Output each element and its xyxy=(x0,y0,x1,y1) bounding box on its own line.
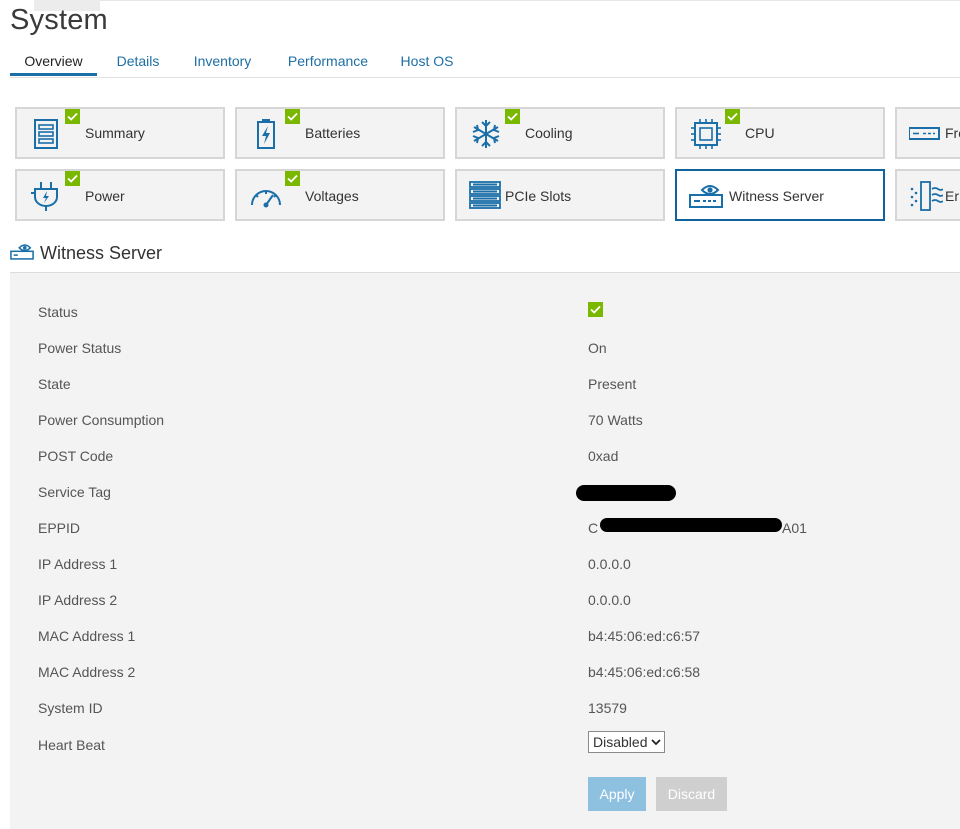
tile-label: Cooling xyxy=(525,125,573,141)
check-icon xyxy=(588,302,603,317)
tab-details[interactable]: Details xyxy=(108,50,168,76)
field-label: Power Status xyxy=(38,340,122,356)
field-value: b4:45:06:ed:c6:57 xyxy=(588,628,701,644)
tile-label: CPU xyxy=(745,125,775,141)
tile-front-panel[interactable]: Fro xyxy=(895,107,960,159)
field-label: MAC Address 2 xyxy=(38,664,136,680)
tab-performance[interactable]: Performance xyxy=(278,50,378,76)
field-label: EPPID xyxy=(38,520,81,536)
row-eppid: EPPID C A01 xyxy=(10,518,960,540)
environment-icon xyxy=(909,179,943,213)
field-value: On xyxy=(588,340,607,356)
section-header: Witness Server xyxy=(10,240,960,273)
tile-label: Fro xyxy=(945,125,960,141)
status-ok-icon xyxy=(65,171,80,186)
tile-environment[interactable]: Er xyxy=(895,169,960,221)
tile-label: Voltages xyxy=(305,188,359,204)
row-ip-address-2: IP Address 2 0.0.0.0 xyxy=(10,592,960,612)
field-label: POST Code xyxy=(38,448,114,464)
tile-summary[interactable]: Summary xyxy=(15,107,225,159)
field-value: 0.0.0.0 xyxy=(588,592,631,608)
field-value: 13579 xyxy=(588,700,627,716)
row-post-code: POST Code 0xad xyxy=(10,448,960,468)
tile-label: Summary xyxy=(85,125,145,141)
gauge-icon xyxy=(249,179,283,213)
tile-label: Batteries xyxy=(305,125,361,141)
row-status: Status xyxy=(10,302,960,324)
row-heart-beat: Heart Beat Disabled xyxy=(10,731,960,757)
status-ok-icon xyxy=(65,109,80,124)
field-value: 70 Watts xyxy=(588,412,643,428)
chevron-down-icon xyxy=(651,739,661,746)
section-title: Witness Server xyxy=(40,243,163,263)
field-label: Power Consumption xyxy=(38,412,165,428)
row-power-status: Power Status On xyxy=(10,340,960,360)
tile-label: Power xyxy=(85,188,125,204)
field-label: System ID xyxy=(38,700,103,716)
witness-server-icon xyxy=(10,243,34,261)
battery-icon xyxy=(249,117,283,151)
field-label: State xyxy=(38,376,71,392)
cpu-icon xyxy=(689,117,723,151)
row-service-tag: Service Tag xyxy=(10,484,960,504)
field-label: Heart Beat xyxy=(38,737,105,753)
field-value: 0xad xyxy=(588,448,619,464)
tab-overview[interactable]: Overview xyxy=(10,50,97,76)
status-ok-icon xyxy=(505,109,520,124)
tile-batteries[interactable]: Batteries xyxy=(235,107,445,159)
field-label: Service Tag xyxy=(38,484,111,500)
tile-power[interactable]: Power xyxy=(15,169,225,221)
tile-label: PCIe Slots xyxy=(505,188,572,204)
tile-cooling[interactable]: Cooling xyxy=(455,107,665,159)
heart-beat-select[interactable]: Disabled xyxy=(588,731,665,753)
field-value-prefix: C xyxy=(588,520,599,536)
header-divider xyxy=(100,0,960,1)
witness-server-icon xyxy=(689,179,723,213)
tab-inventory[interactable]: Inventory xyxy=(185,50,260,76)
select-value: Disabled xyxy=(593,734,648,750)
tile-voltages[interactable]: Voltages xyxy=(235,169,445,221)
front-panel-icon xyxy=(909,117,943,151)
row-power-consumption: Power Consumption 70 Watts xyxy=(10,412,960,432)
summary-icon xyxy=(29,117,63,151)
pcie-slots-icon xyxy=(469,179,503,213)
tile-witness-server[interactable]: Witness Server xyxy=(675,169,885,221)
snowflake-icon xyxy=(469,117,503,151)
row-ip-address-1: IP Address 1 0.0.0.0 xyxy=(10,556,960,576)
field-value: b4:45:06:ed:c6:58 xyxy=(588,664,701,680)
apply-button[interactable]: Apply xyxy=(588,777,646,811)
tile-label: Er xyxy=(945,188,959,204)
field-value: Present xyxy=(588,376,637,392)
row-mac-address-2: MAC Address 2 b4:45:06:ed:c6:58 xyxy=(10,664,960,684)
tab-bar: Overview Details Inventory Performance H… xyxy=(10,50,960,78)
redaction-mark xyxy=(576,485,676,501)
details-panel: Status Power Status On State Present Pow… xyxy=(10,273,960,829)
field-value: 0.0.0.0 xyxy=(588,556,631,572)
tab-host-os[interactable]: Host OS xyxy=(394,50,460,76)
plug-icon xyxy=(29,179,63,213)
tile-pcie-slots[interactable]: PCIe Slots xyxy=(455,169,665,221)
row-state: State Present xyxy=(10,376,960,396)
status-ok-icon xyxy=(285,109,300,124)
field-value-suffix: A01 xyxy=(782,520,807,536)
field-label: MAC Address 1 xyxy=(38,628,136,644)
status-ok-icon xyxy=(285,171,300,186)
row-mac-address-1: MAC Address 1 b4:45:06:ed:c6:57 xyxy=(10,628,960,648)
field-label: Status xyxy=(38,304,78,320)
status-ok-icon xyxy=(725,109,740,124)
redaction-mark xyxy=(600,518,782,532)
page-title: System xyxy=(10,4,108,36)
field-label: IP Address 2 xyxy=(38,592,118,608)
tile-cpu[interactable]: CPU xyxy=(675,107,885,159)
row-system-id: System ID 13579 xyxy=(10,700,960,720)
field-label: IP Address 1 xyxy=(38,556,118,572)
discard-button[interactable]: Discard xyxy=(656,777,727,811)
tile-label: Witness Server xyxy=(729,188,824,204)
